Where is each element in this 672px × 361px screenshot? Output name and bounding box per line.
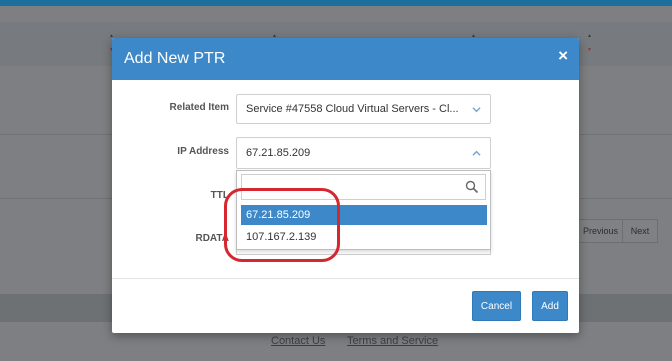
close-icon[interactable]: × [558,47,568,64]
top-nav-bar [0,0,672,6]
related-item-value: Service #47558 Cloud Virtual Servers - C… [246,103,459,115]
pagination-previous[interactable]: Previous [578,219,623,243]
ip-address-select[interactable]: 67.21.85.209 [236,137,491,169]
dropdown-option[interactable]: 107.167.2.139 [241,227,487,247]
footer-terms-link[interactable]: Terms and Service [347,335,438,347]
sort-asc-icon[interactable]: ▲ [587,34,592,39]
pagination-next[interactable]: Next [622,219,658,243]
rdata-label: RDATA [195,233,229,244]
add-ptr-modal: Add New PTR × Related Item Service #4755… [112,38,579,333]
sort-desc-icon[interactable]: ▼ [587,48,592,53]
ttl-label: TTL [210,190,229,201]
ip-address-value: 67.21.85.209 [246,147,311,159]
modal-footer-divider [112,278,579,279]
related-item-label: Related Item [169,102,229,113]
cancel-button[interactable]: Cancel [472,291,521,321]
chevron-up-icon [472,150,481,156]
add-button[interactable]: Add [532,291,568,321]
dropdown-option[interactable]: 67.21.85.209 [241,205,487,225]
chevron-down-icon [472,107,481,113]
dropdown-search-input[interactable] [241,174,486,200]
ip-address-label: IP Address [177,146,229,157]
related-item-select[interactable]: Service #47558 Cloud Virtual Servers - C… [236,94,491,124]
modal-header: Add New PTR × [112,38,579,80]
footer-contact-link[interactable]: Contact Us [271,335,325,347]
modal-title: Add New PTR [124,50,226,67]
search-icon [465,180,479,194]
ip-address-dropdown: 67.21.85.209 107.167.2.139 [236,170,491,250]
